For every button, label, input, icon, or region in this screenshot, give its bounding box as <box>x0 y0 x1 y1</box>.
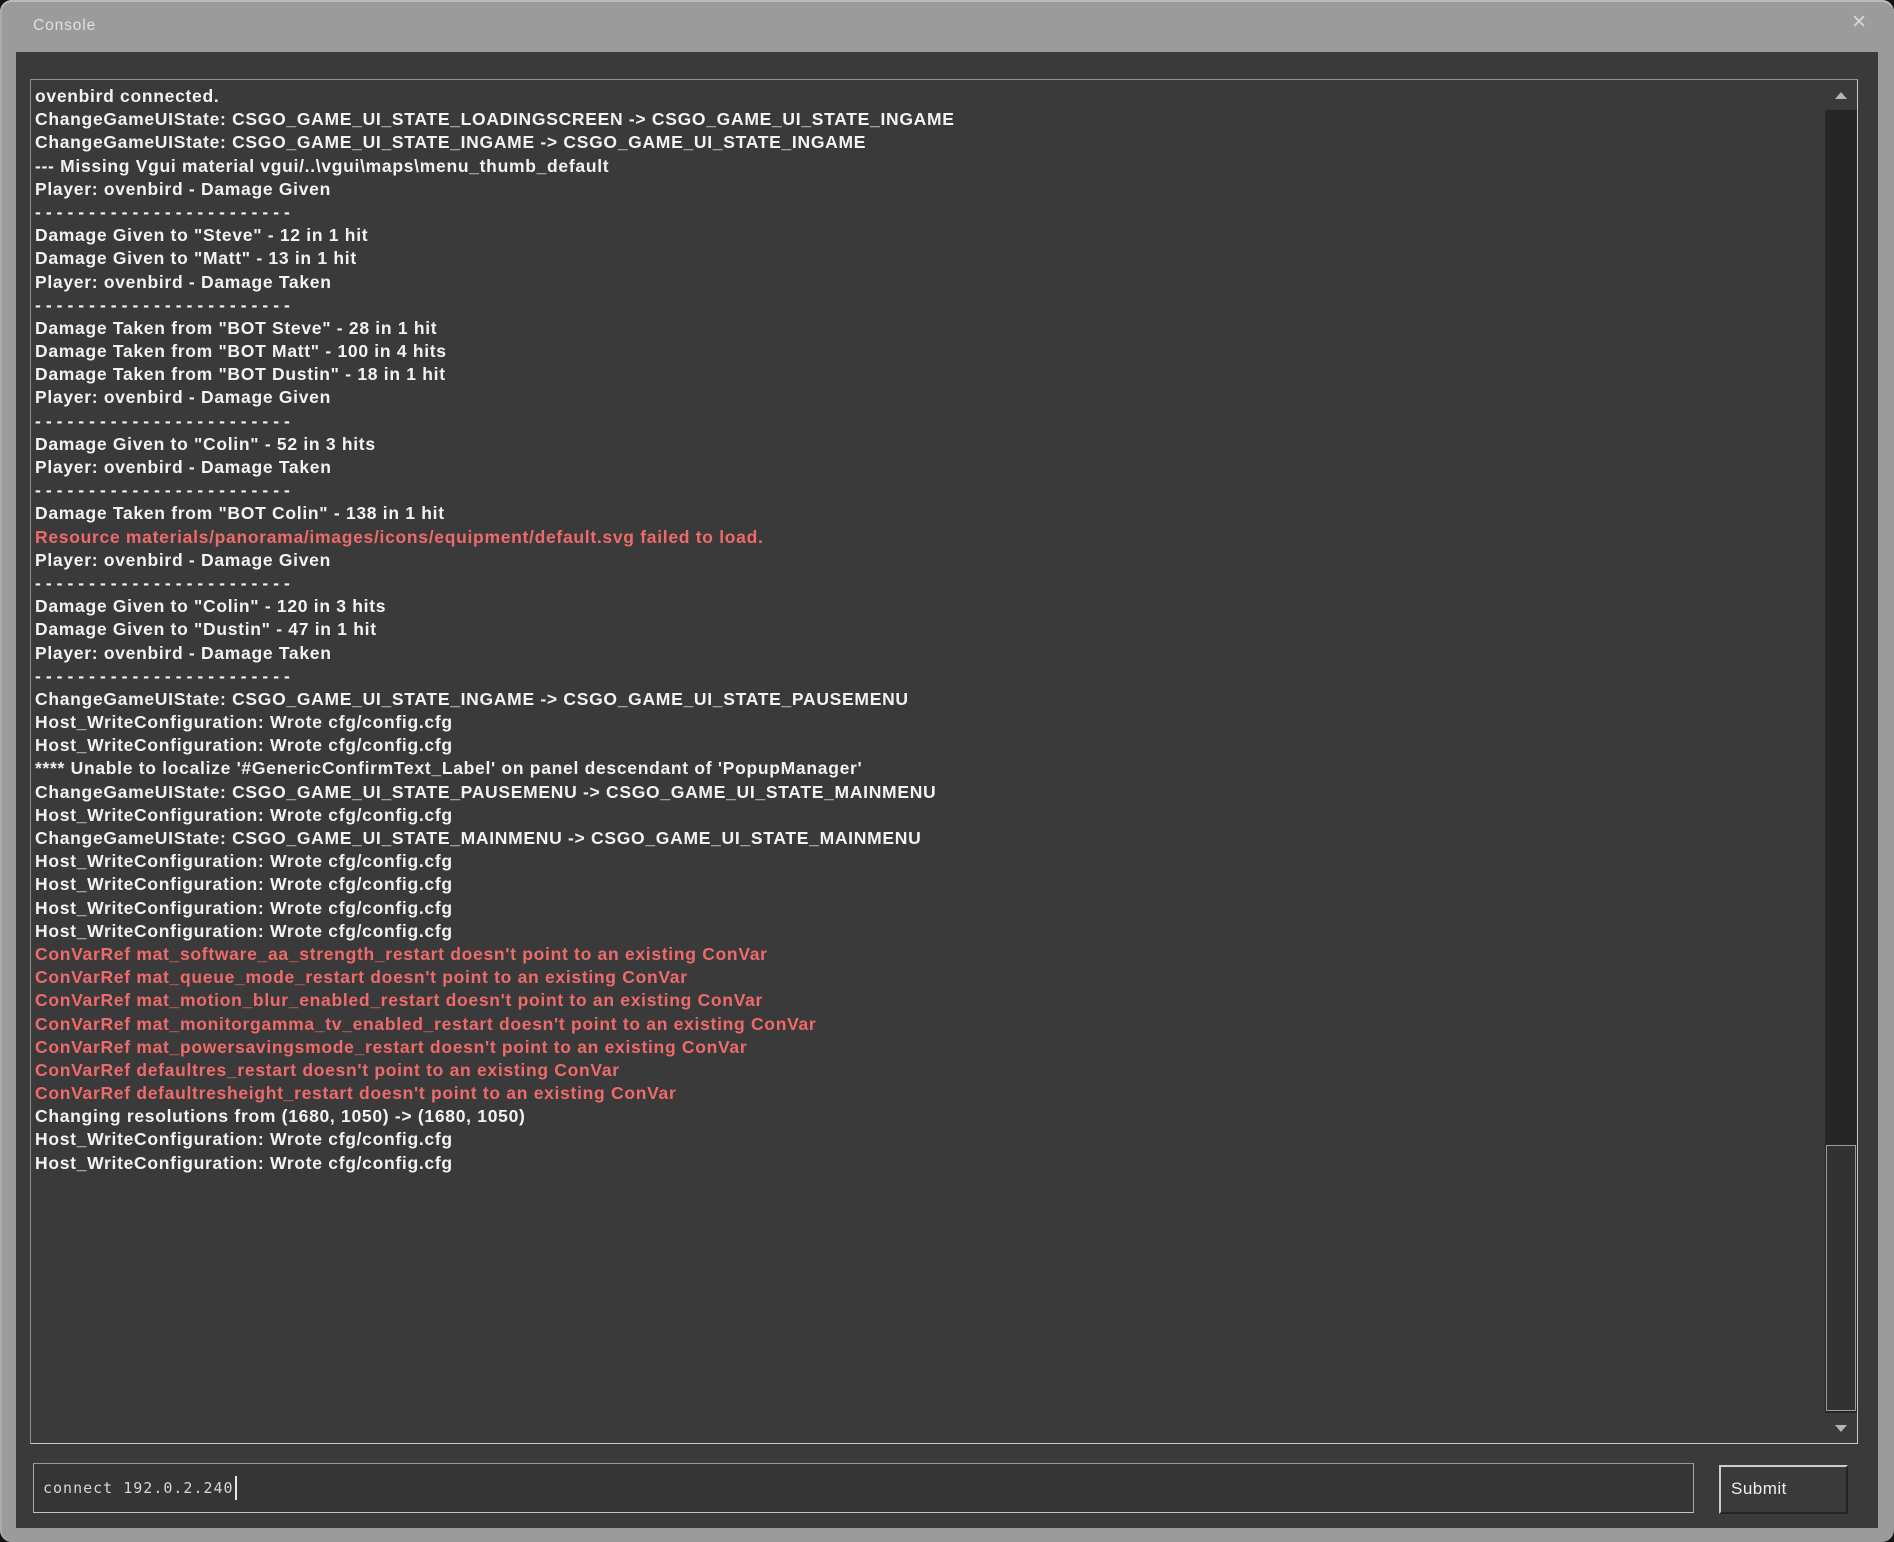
console-line: Host_WriteConfiguration: Wrote cfg/confi… <box>35 711 1819 734</box>
console-line: Player: ovenbird - Damage Given <box>35 549 1819 572</box>
console-line: Host_WriteConfiguration: Wrote cfg/confi… <box>35 920 1819 943</box>
command-input-value: connect 192.0.2.240 <box>43 1479 234 1497</box>
console-line: ovenbird connected. <box>35 85 1819 108</box>
console-line: ConVarRef mat_queue_mode_restart doesn't… <box>35 966 1819 989</box>
console-line: Host_WriteConfiguration: Wrote cfg/confi… <box>35 850 1819 873</box>
console-line: ConVarRef mat_motion_blur_enabled_restar… <box>35 989 1819 1012</box>
console-log-lines: ovenbird connected.ChangeGameUIState: CS… <box>35 85 1819 1439</box>
console-line: Host_WriteConfiguration: Wrote cfg/confi… <box>35 1128 1819 1151</box>
scrollbar-thumb[interactable] <box>1826 1145 1856 1411</box>
console-line: Damage Given to "Colin" - 52 in 3 hits <box>35 433 1819 456</box>
console-line: Host_WriteConfiguration: Wrote cfg/confi… <box>35 1152 1819 1175</box>
arrow-up-icon <box>1835 92 1847 99</box>
submit-button[interactable]: Submit <box>1719 1465 1848 1514</box>
console-line: ------------------------ <box>35 572 1819 595</box>
console-line: ConVarRef mat_software_aa_strength_resta… <box>35 943 1819 966</box>
console-line: ------------------------ <box>35 479 1819 502</box>
console-line: Damage Given to "Steve" - 12 in 1 hit <box>35 224 1819 247</box>
scrollbar-track[interactable] <box>1825 110 1857 1413</box>
console-line: ChangeGameUIState: CSGO_GAME_UI_STATE_MA… <box>35 827 1819 850</box>
console-window: Console ✕ ovenbird connected.ChangeGameU… <box>0 0 1894 1542</box>
console-line: Changing resolutions from (1680, 1050) -… <box>35 1105 1819 1128</box>
console-output[interactable]: ovenbird connected.ChangeGameUIState: CS… <box>30 79 1858 1444</box>
window-title: Console <box>33 17 96 35</box>
console-line: Player: ovenbird - Damage Taken <box>35 642 1819 665</box>
console-line: ------------------------ <box>35 410 1819 433</box>
console-line: Player: ovenbird - Damage Given <box>35 386 1819 409</box>
close-icon[interactable]: ✕ <box>1851 13 1867 32</box>
scrollbar[interactable] <box>1825 80 1857 1443</box>
console-line: ChangeGameUIState: CSGO_GAME_UI_STATE_IN… <box>35 688 1819 711</box>
console-line: Player: ovenbird - Damage Taken <box>35 456 1819 479</box>
console-line: Damage Given to "Matt" - 13 in 1 hit <box>35 247 1819 270</box>
console-line: **** Unable to localize '#GenericConfirm… <box>35 757 1819 780</box>
console-line: Host_WriteConfiguration: Wrote cfg/confi… <box>35 734 1819 757</box>
console-line: Resource materials/panorama/images/icons… <box>35 526 1819 549</box>
console-line: Damage Given to "Dustin" - 47 in 1 hit <box>35 618 1819 641</box>
console-line: ------------------------ <box>35 665 1819 688</box>
console-line: Damage Taken from "BOT Colin" - 138 in 1… <box>35 502 1819 525</box>
console-line: Player: ovenbird - Damage Taken <box>35 271 1819 294</box>
console-line: ConVarRef defaultres_restart doesn't poi… <box>35 1059 1819 1082</box>
console-line: ChangeGameUIState: CSGO_GAME_UI_STATE_IN… <box>35 131 1819 154</box>
console-line: ------------------------ <box>35 201 1819 224</box>
console-line: Damage Taken from "BOT Steve" - 28 in 1 … <box>35 317 1819 340</box>
console-line: ChangeGameUIState: CSGO_GAME_UI_STATE_PA… <box>35 781 1819 804</box>
console-line: ------------------------ <box>35 294 1819 317</box>
console-line: Player: ovenbird - Damage Given <box>35 178 1819 201</box>
console-line: Damage Taken from "BOT Matt" - 100 in 4 … <box>35 340 1819 363</box>
console-line: ConVarRef mat_monitorgamma_tv_enabled_re… <box>35 1013 1819 1036</box>
console-line: --- Missing Vgui material vgui/..\vgui\m… <box>35 155 1819 178</box>
console-line: ConVarRef defaultresheight_restart doesn… <box>35 1082 1819 1105</box>
console-panel: ovenbird connected.ChangeGameUIState: CS… <box>16 52 1878 1528</box>
scroll-up-button[interactable] <box>1825 80 1857 110</box>
console-line: Host_WriteConfiguration: Wrote cfg/confi… <box>35 897 1819 920</box>
command-input[interactable]: connect 192.0.2.240 <box>33 1463 1694 1513</box>
titlebar[interactable]: Console ✕ <box>0 0 1894 52</box>
text-cursor <box>235 1476 237 1500</box>
arrow-down-icon <box>1835 1425 1847 1432</box>
console-line: Damage Given to "Colin" - 120 in 3 hits <box>35 595 1819 618</box>
console-line: ChangeGameUIState: CSGO_GAME_UI_STATE_LO… <box>35 108 1819 131</box>
console-line: Host_WriteConfiguration: Wrote cfg/confi… <box>35 873 1819 896</box>
console-line: Damage Taken from "BOT Dustin" - 18 in 1… <box>35 363 1819 386</box>
scroll-down-button[interactable] <box>1825 1413 1857 1443</box>
console-line: Host_WriteConfiguration: Wrote cfg/confi… <box>35 804 1819 827</box>
console-line: ConVarRef mat_powersavingsmode_restart d… <box>35 1036 1819 1059</box>
